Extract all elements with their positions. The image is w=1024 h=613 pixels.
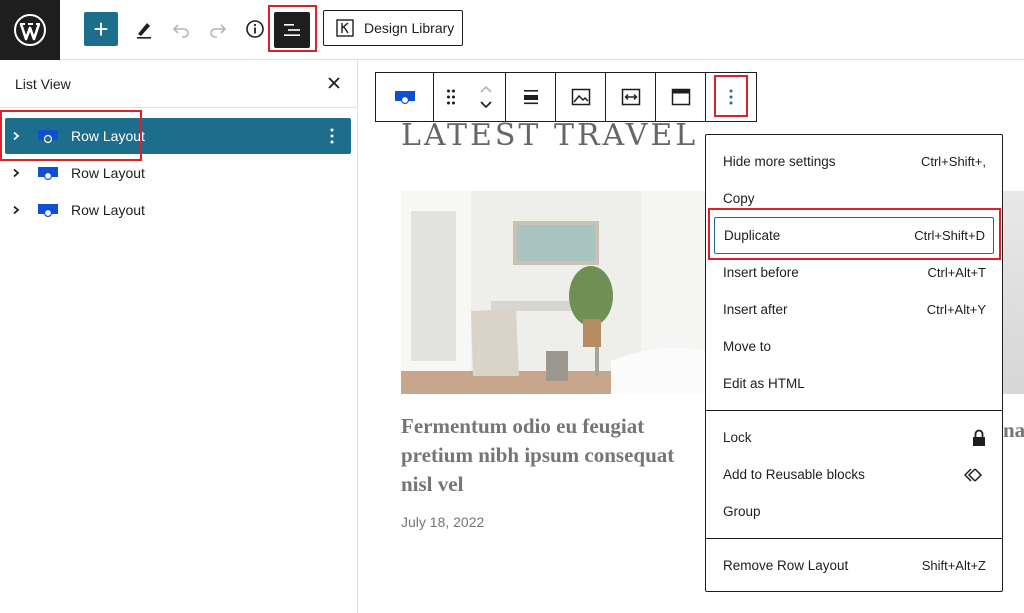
menu-group-actions: Hide more settings Ctrl+Shift+, Copy Dup… [706, 135, 1002, 411]
post-title: Fermentum odio eu feugiat pretium nibh i… [401, 414, 675, 496]
menu-item-label: Copy [723, 191, 755, 206]
options-button[interactable] [706, 73, 756, 121]
design-library-icon [336, 19, 354, 37]
tools-button[interactable] [127, 12, 161, 46]
menu-item-label: Hide more settings [723, 154, 836, 169]
layout-button[interactable] [656, 73, 706, 121]
block-options-menu: Hide more settings Ctrl+Shift+, Copy Dup… [705, 134, 1003, 592]
menu-item-hide-more-settings[interactable]: Hide more settings Ctrl+Shift+, [714, 143, 994, 180]
menu-item-label: Edit as HTML [723, 376, 805, 391]
options-icon[interactable] [323, 126, 341, 146]
reusable-block-icon [964, 467, 983, 482]
shortcut-label: Ctrl+Alt+Y [926, 302, 986, 317]
chevron-right-icon[interactable] [11, 168, 31, 178]
menu-item-add-to-reusable-blocks[interactable]: Add to Reusable blocks [714, 456, 994, 493]
shortcut-label: Ctrl+Alt+T [927, 265, 986, 280]
menu-item-move-to[interactable]: Move to [714, 328, 994, 365]
shortcut-label: Shift+Alt+Z [921, 558, 986, 573]
menu-item-label: Move to [723, 339, 772, 354]
drag-handle-icon[interactable] [446, 88, 456, 106]
next-post-image [1003, 191, 1024, 394]
list-item-label: Row Layout [71, 202, 145, 218]
design-library-button[interactable]: Design Library [323, 10, 463, 46]
post-date: July 18, 2022 [401, 514, 485, 530]
menu-item-label: Add to Reusable blocks [723, 467, 865, 482]
menu-item-edit-as-html[interactable]: Edit as HTML [714, 365, 994, 402]
undo-button[interactable] [164, 12, 198, 46]
list-view-title: List View [15, 76, 71, 92]
menu-item-insert-before[interactable]: Insert before Ctrl+Alt+T [714, 254, 994, 291]
list-item-row-layout[interactable]: Row Layout [5, 118, 351, 154]
list-item-label: Row Layout [71, 128, 145, 144]
align-button[interactable] [506, 73, 556, 121]
menu-item-insert-after[interactable]: Insert after Ctrl+Alt+Y [714, 291, 994, 328]
chevron-right-icon[interactable] [11, 131, 31, 141]
details-button[interactable] [238, 12, 272, 46]
menu-item-copy[interactable]: Copy [714, 180, 994, 217]
align-icon [523, 90, 538, 105]
menu-item-label: Insert after [723, 302, 788, 317]
pencil-icon [137, 23, 151, 39]
menu-item-group[interactable]: Group [714, 493, 994, 530]
menu-item-label: Duplicate [724, 228, 781, 243]
design-library-label: Design Library [364, 20, 455, 36]
editor-header: + Design Library [0, 0, 1024, 60]
close-icon [328, 77, 340, 89]
row-layout-icon [38, 167, 58, 181]
list-item-row-layout[interactable]: Row Layout [5, 155, 351, 191]
shortcut-label: Ctrl+Shift+, [920, 154, 986, 169]
move-up-down-icon[interactable] [479, 84, 493, 110]
menu-item-duplicate[interactable]: Duplicate Ctrl+Shift+D [714, 217, 994, 254]
more-options-icon [729, 89, 733, 105]
lock-icon [973, 429, 985, 446]
menu-item-label: Remove Row Layout [723, 558, 849, 573]
menu-item-label: Lock [723, 430, 752, 445]
menu-group-remove: Remove Row Layout Shift+Alt+Z [706, 539, 1002, 592]
image-icon [571, 88, 590, 106]
row-layout-icon [38, 130, 58, 144]
menu-item-lock[interactable]: Lock [714, 419, 994, 456]
width-icon [621, 88, 640, 106]
block-type-button[interactable] [376, 73, 434, 121]
row-layout-icon [394, 91, 415, 105]
list-item-row-layout[interactable]: Row Layout [5, 192, 351, 228]
block-toolbar [375, 72, 757, 122]
wordpress-icon [14, 14, 46, 46]
undo-icon [172, 24, 189, 38]
menu-item-label: Insert before [723, 265, 799, 280]
chevron-right-icon[interactable] [11, 205, 31, 215]
list-view-header: List View [0, 60, 357, 108]
add-block-button[interactable]: + [84, 12, 118, 46]
post-image [401, 191, 705, 394]
list-view-panel: List View Row Layout Row Layout Row Layo… [0, 60, 358, 613]
list-view-button[interactable] [274, 12, 310, 48]
move-controls [434, 73, 506, 121]
wordpress-logo-button[interactable] [0, 0, 60, 60]
layout-icon [671, 88, 690, 106]
redo-button[interactable] [201, 12, 235, 46]
menu-item-label: Group [723, 504, 761, 519]
width-button[interactable] [606, 73, 656, 121]
shortcut-label: Ctrl+Shift+D [914, 228, 985, 243]
info-icon [246, 20, 264, 38]
next-post-title: na [1003, 418, 1024, 442]
redo-icon [210, 24, 227, 38]
close-list-view-button[interactable] [325, 74, 343, 92]
row-layout-icon [38, 204, 58, 218]
menu-group-manage: Lock Add to Reusable blocks Group [706, 411, 1002, 539]
list-view-icon [284, 24, 300, 36]
list-item-label: Row Layout [71, 165, 145, 181]
background-image-button[interactable] [556, 73, 606, 121]
section-heading: LATEST TRAVEL [401, 118, 699, 153]
menu-item-remove-row-layout[interactable]: Remove Row Layout Shift+Alt+Z [714, 547, 994, 584]
